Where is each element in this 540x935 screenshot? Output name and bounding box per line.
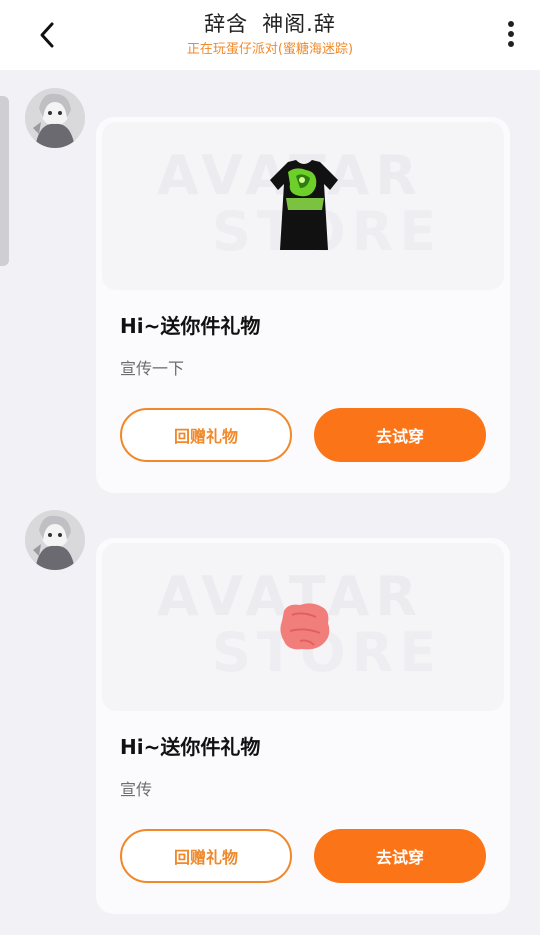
avatar-image [25, 88, 85, 148]
sender-avatar[interactable] [25, 510, 85, 570]
try-on-button[interactable]: 去试穿 [314, 408, 486, 462]
black-tshirt-icon [270, 160, 338, 250]
gift-preview: AVATAR STORE [102, 122, 504, 290]
card-description: 宣传一下 [120, 359, 185, 378]
card-description: 宣传 [120, 780, 153, 799]
try-on-button[interactable]: 去试穿 [314, 829, 486, 883]
scroll-indicator[interactable] [0, 96, 9, 266]
pink-cloth-icon [280, 603, 330, 650]
more-options-button[interactable] [500, 16, 522, 52]
status-subtitle: 正在玩蛋仔派对(蜜糖海迷踪) [186, 42, 354, 57]
more-vertical-icon [508, 21, 514, 47]
sender-avatar[interactable] [25, 88, 85, 148]
chat-title: 辞含 神阁.辞 [0, 8, 540, 38]
gift-preview: AVATAR STORE [102, 543, 504, 711]
title-name-right: 神阁.辞 [262, 12, 336, 36]
gift-card: AVATAR STORE Hi~送你件礼物 宣传 回赠礼物 去试穿 [96, 538, 510, 914]
gift-card: AVATAR STORE Hi~送你件礼物 宣传一下 回赠礼物 去试穿 [96, 117, 510, 493]
title-name-left: 辞含 [204, 12, 249, 36]
card-title: Hi~送你件礼物 [120, 735, 261, 759]
chat-header: 辞含 神阁.辞 正在玩蛋仔派对(蜜糖海迷踪) [0, 0, 540, 70]
return-gift-button[interactable]: 回赠礼物 [120, 408, 292, 462]
avatar-image [25, 510, 85, 570]
card-title: Hi~送你件礼物 [120, 314, 261, 338]
return-gift-button[interactable]: 回赠礼物 [120, 829, 292, 883]
